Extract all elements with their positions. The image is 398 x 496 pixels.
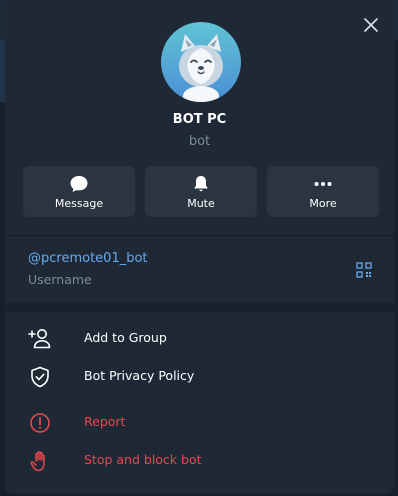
menu-item-stop-and-block-bot[interactable]: Stop and block bot: [5, 442, 394, 478]
bot-profile-panel: BOT PC bot Message Mute More @pcremote01…: [5, 0, 394, 494]
shield-check-icon: [31, 366, 49, 388]
mute-button-label: Mute: [187, 197, 215, 210]
mute-button[interactable]: Mute: [145, 166, 257, 217]
menu-item-label: Stop and block bot: [84, 452, 202, 467]
menu-item-label: Report: [84, 414, 126, 429]
menu-item-label: Bot Privacy Policy: [84, 368, 195, 383]
profile-name: BOT PC: [172, 112, 227, 127]
bell-icon: [194, 176, 208, 192]
qr-code-button[interactable]: [356, 262, 372, 278]
profile-subtitle: bot: [188, 134, 211, 149]
username-link[interactable]: @pcremote01_bot: [28, 251, 148, 266]
more-button-label: More: [309, 197, 337, 210]
husky-avatar-icon: [179, 34, 223, 102]
menu-item-add-to-group[interactable]: Add to Group: [5, 320, 394, 356]
hand-stop-icon: [30, 451, 45, 472]
more-button[interactable]: More: [267, 166, 379, 217]
add-user-icon: [28, 329, 51, 349]
menu-item-bot-privacy-policy[interactable]: Bot Privacy Policy: [5, 358, 394, 394]
close-button[interactable]: [362, 16, 380, 34]
qr-code-icon: [356, 262, 372, 278]
section-separator: [5, 303, 394, 312]
menu-item-label: Add to Group: [84, 330, 167, 345]
more-dots-icon: [314, 182, 332, 186]
menu-item-report[interactable]: Report: [5, 404, 394, 440]
chat-bubble-icon: [70, 176, 88, 192]
message-button-label: Message: [54, 197, 104, 210]
message-button[interactable]: Message: [23, 166, 135, 217]
close-icon: [364, 18, 378, 32]
alert-circle-icon: [30, 413, 50, 433]
username-caption: Username: [28, 272, 92, 287]
avatar: [161, 22, 241, 102]
section-divider: [5, 235, 394, 236]
